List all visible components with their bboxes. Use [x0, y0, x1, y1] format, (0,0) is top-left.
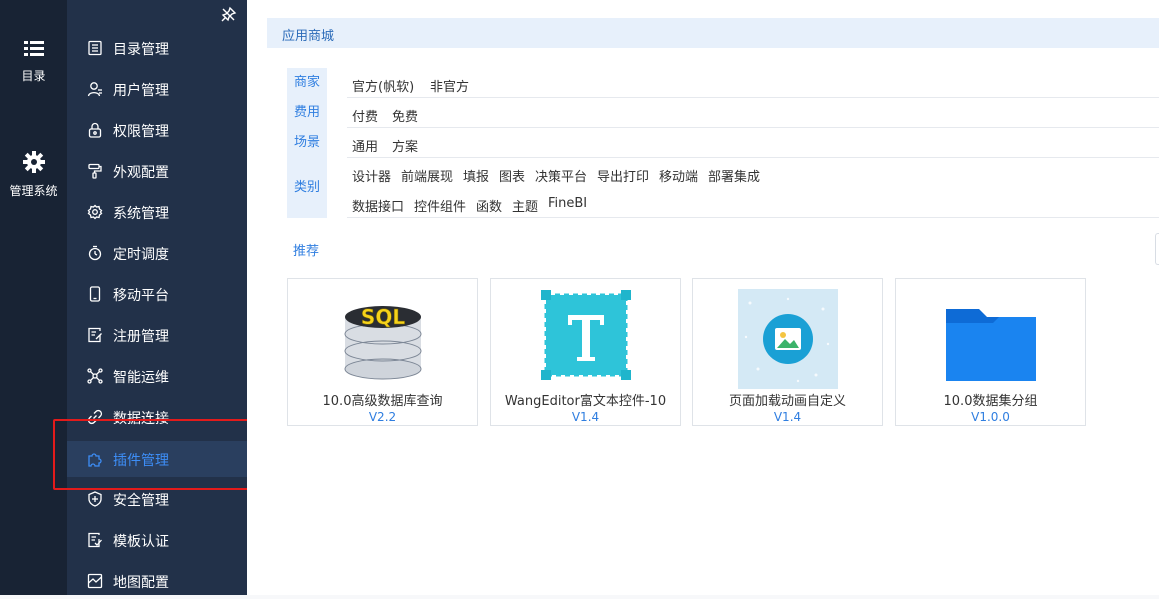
nav-item-label: 注册管理 — [113, 329, 169, 345]
plugin-card[interactable]: WangEditor富文本控件-10 V1.4 — [490, 278, 681, 426]
nav-item-label: 智能运维 — [113, 370, 169, 386]
recommend-label[interactable]: 推荐 — [293, 240, 319, 259]
filter-option[interactable]: 前端展现 — [401, 166, 453, 185]
filter-option[interactable]: 数据接口 — [352, 196, 404, 215]
paint-roller-icon — [88, 163, 102, 179]
nav-item-label: 定时调度 — [113, 247, 169, 263]
filter-label-scene: 场景 — [287, 128, 327, 158]
filter-option[interactable]: 官方(帆软) — [352, 76, 414, 95]
nav-item-label: 系统管理 — [113, 206, 169, 222]
ops-icon — [87, 368, 103, 384]
filter-option[interactable]: 主题 — [512, 196, 538, 215]
filter-option[interactable]: 导出打印 — [597, 166, 649, 185]
user-icon — [87, 82, 102, 97]
filter-option[interactable]: 移动端 — [659, 166, 698, 185]
lock-icon — [88, 122, 102, 138]
nav-item-schedule[interactable]: 定时调度 — [67, 235, 247, 271]
filter-label-category: 类别 — [287, 158, 327, 218]
nav-item-label: 用户管理 — [113, 83, 169, 99]
filter-option[interactable]: 函数 — [476, 196, 502, 215]
app-store-panel: 应用商城 商家 官方(帆软) 非官方 费用 付费 免费 场景 通用 方案 类别 … — [247, 0, 1159, 595]
plugin-card[interactable]: 10.0数据集分组 V1.0.0 — [895, 278, 1086, 426]
nav-item-label: 移动平台 — [113, 288, 169, 304]
template-icon — [88, 532, 102, 548]
filter-row-vendor: 官方(帆软) 非官方 — [347, 68, 1159, 98]
selection-highlight — [53, 419, 266, 490]
icon-rail: 目录 管理系统 — [0, 0, 67, 595]
sql-database-icon: SQL — [344, 305, 422, 380]
nav-item-catalog[interactable]: 目录管理 — [67, 30, 247, 66]
filter-option[interactable]: 付费 — [352, 106, 378, 125]
plugin-version: V2.2 — [368, 410, 397, 424]
nav-item-label: 外观配置 — [113, 165, 169, 181]
nav-item-permissions[interactable]: 权限管理 — [67, 112, 247, 148]
list-icon — [23, 41, 44, 56]
svg-text:SQL: SQL — [361, 305, 405, 329]
filter-row-category: 设计器 前端展现 填报 图表 决策平台 导出打印 移动端 部署集成 数据接口 控… — [347, 158, 1159, 218]
gear-icon — [22, 151, 45, 173]
filter-option[interactable]: 免费 — [392, 106, 418, 125]
filter-option[interactable]: 设计器 — [352, 166, 391, 185]
timer-icon — [88, 245, 102, 261]
nav-item-label: 安全管理 — [113, 493, 169, 509]
nav-item-label: 模板认证 — [113, 534, 169, 550]
edge-control[interactable] — [1155, 233, 1159, 265]
side-nav: 目录管理 用户管理 权限管理 外观配置 系统管理 定时调度 移动平台 注册管理 … — [67, 0, 254, 595]
nav-item-users[interactable]: 用户管理 — [67, 71, 247, 107]
plugin-version: V1.0.0 — [971, 410, 1010, 424]
plugin-version: V1.4 — [773, 410, 802, 424]
nav-item-template-auth[interactable]: 模板认证 — [67, 522, 247, 558]
nav-item-system[interactable]: 系统管理 — [67, 194, 247, 230]
unpin-icon[interactable] — [221, 6, 237, 22]
shield-icon — [88, 491, 102, 507]
filter-label-vendor: 商家 — [287, 68, 327, 98]
folder-icon — [946, 309, 1036, 381]
filter-option[interactable]: 通用 — [352, 136, 378, 155]
filter-option[interactable]: 方案 — [392, 136, 418, 155]
nav-item-appearance[interactable]: 外观配置 — [67, 153, 247, 189]
plugin-title: 页面加载动画自定义 — [728, 394, 846, 409]
rail-label: 管理系统 — [9, 184, 58, 198]
mobile-icon — [89, 286, 101, 302]
catalog-icon — [88, 40, 102, 56]
panel-title: 应用商城 — [282, 29, 335, 44]
plugin-card[interactable]: SQL 10.0高级数据库查询 V2.2 — [287, 278, 478, 426]
nav-item-ops[interactable]: 智能运维 — [67, 358, 247, 394]
nav-item-label: 地图配置 — [113, 575, 169, 591]
plugin-title: 10.0高级数据库查询 — [322, 394, 443, 409]
filter-option[interactable]: 图表 — [499, 166, 525, 185]
plugin-version: V1.4 — [571, 410, 600, 424]
register-icon — [88, 327, 102, 343]
filter-row-scene: 通用 方案 — [347, 128, 1159, 158]
nav-item-label: 权限管理 — [113, 124, 169, 140]
settings-icon — [87, 204, 103, 220]
nav-item-registration[interactable]: 注册管理 — [67, 317, 247, 353]
plugin-title: 10.0数据集分组 — [943, 394, 1038, 409]
panel-header: 应用商城 — [267, 18, 1159, 48]
plugin-card[interactable]: 页面加载动画自定义 V1.4 — [692, 278, 883, 426]
filter-option[interactable]: FineBI — [548, 196, 587, 211]
filter-option[interactable]: 部署集成 — [708, 166, 760, 185]
filter-label-fee: 费用 — [287, 98, 327, 128]
rail-item-catalog[interactable]: 目录 — [0, 40, 67, 84]
nav-item-map[interactable]: 地图配置 — [67, 563, 247, 599]
rail-label: 目录 — [21, 69, 46, 83]
map-icon — [87, 573, 103, 589]
filter-option[interactable]: 决策平台 — [535, 166, 587, 185]
filter-option[interactable]: 非官方 — [430, 76, 469, 95]
filter-row-fee: 付费 免费 — [347, 98, 1159, 128]
rail-item-admin[interactable]: 管理系统 — [0, 151, 67, 199]
image-loading-icon — [738, 289, 838, 389]
nav-item-mobile[interactable]: 移动平台 — [67, 276, 247, 312]
filter-option[interactable]: 填报 — [463, 166, 489, 185]
text-editor-icon — [541, 290, 631, 380]
plugin-title: WangEditor富文本控件-10 — [504, 394, 667, 409]
nav-item-label: 目录管理 — [113, 42, 169, 58]
filter-option[interactable]: 控件组件 — [414, 196, 466, 215]
